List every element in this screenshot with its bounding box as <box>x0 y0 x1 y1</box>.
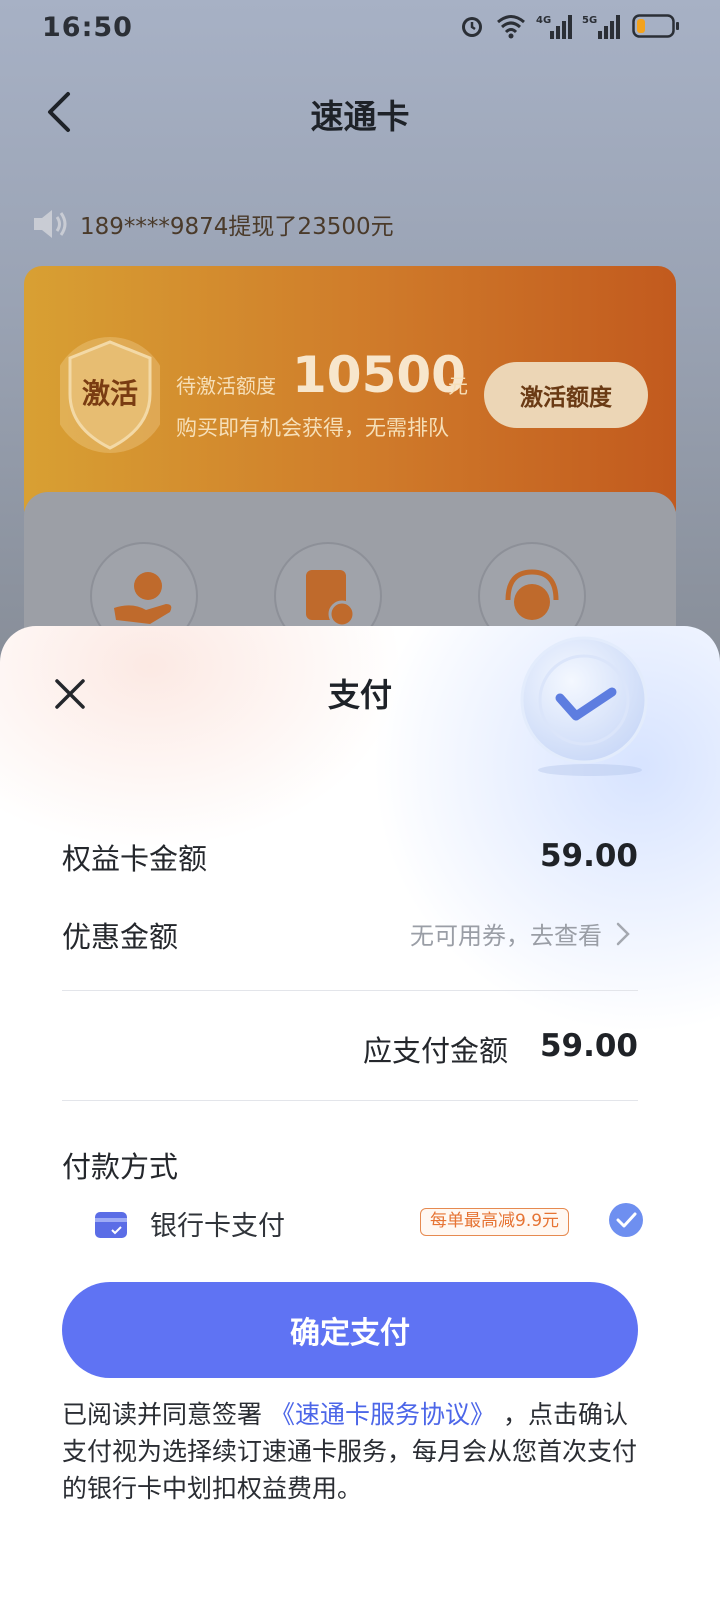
payable-amount-label: 应支付金额 <box>362 1034 508 1068</box>
payment-method-title: 付款方式 <box>62 1150 179 1184</box>
agreement-text: 已阅读并同意签署 《速通卡服务协议》 ，点击确认支付视为选择续订速通卡服务，每月… <box>62 1396 652 1507</box>
benefit-amount-label: 权益卡金额 <box>62 842 208 876</box>
pending-amount-label: 待激活额度 <box>176 374 276 398</box>
nav-bar: 速通卡 <box>0 72 720 152</box>
signal-4g-icon: 4G <box>536 15 572 39</box>
svg-text:5G: 5G <box>582 15 597 26</box>
status-bar: 16:50 4G 5G <box>0 0 720 56</box>
discount-amount-label: 优惠金额 <box>62 920 179 954</box>
agreement-prefix: 已阅读并同意签署 <box>62 1400 263 1429</box>
confirm-payment-button[interactable]: 确定支付 <box>62 1282 638 1378</box>
wifi-icon <box>497 15 525 39</box>
signal-5g-icon: 5G <box>582 15 620 39</box>
notice-text: 189****9874提现了23500元 <box>80 214 394 240</box>
shield-label: 激活 <box>81 377 138 410</box>
discount-badge: 每单最高减9.9元 <box>420 1208 570 1236</box>
divider <box>62 1100 638 1101</box>
bank-card-label: 银行卡支付 <box>150 1211 285 1242</box>
payable-amount-value: 59.00 <box>539 1028 638 1064</box>
amount-unit: 元 <box>448 374 468 398</box>
svg-text:4G: 4G <box>536 15 551 26</box>
checkmark-coin-icon <box>520 636 648 776</box>
activate-button[interactable]: 激活额度 <box>484 362 648 428</box>
service-agreement-link[interactable]: 《速通卡服务协议》 <box>270 1400 495 1429</box>
speaker-icon <box>34 210 67 238</box>
status-time: 16:50 <box>42 12 133 43</box>
bank-card-icon <box>95 1212 127 1238</box>
status-icons: 4G 5G <box>458 12 680 40</box>
chevron-right-icon[interactable] <box>614 920 632 948</box>
activation-subtitle: 购买即有机会获得，无需排队 <box>176 416 449 440</box>
activation-card: 激活 待激活额度 10500 元 购买即有机会获得，无需排队 激活额度 <box>24 266 676 526</box>
page-title: 速通卡 <box>310 97 410 136</box>
checked-icon[interactable] <box>608 1202 644 1238</box>
payment-sheet: 支付 权益卡金额 59.00 优惠金额 无可用券，去查看 应支付金额 59.00… <box>0 626 720 1612</box>
notice-bar: 189****9874提现了23500元 <box>30 206 394 242</box>
alarm-icon <box>462 17 482 37</box>
bank-card-option[interactable]: 银行卡支付 每单最高减9.9元 <box>94 1202 654 1252</box>
pending-amount: 10500 <box>292 346 466 404</box>
divider <box>62 990 638 991</box>
coupon-link[interactable]: 无可用券，去查看 <box>410 916 602 951</box>
battery-icon <box>632 14 679 38</box>
benefit-amount-value: 59.00 <box>539 838 638 874</box>
